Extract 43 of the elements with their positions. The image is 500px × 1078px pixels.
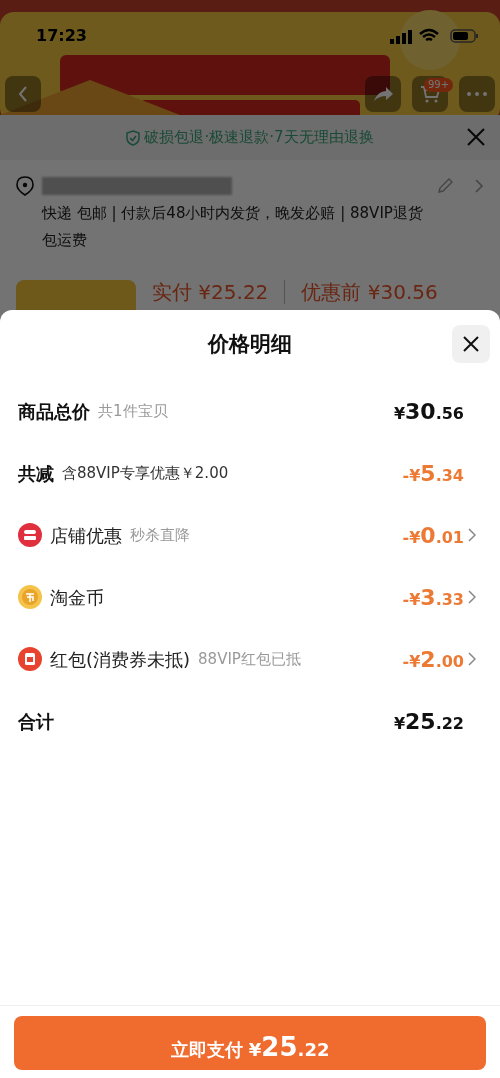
wifi-icon <box>419 28 439 44</box>
amount-text: ¥25.22 <box>393 707 464 736</box>
amount-text: -¥2.00 <box>402 645 464 674</box>
row-label: 合计 <box>18 709 54 734</box>
chevron-icon[interactable] <box>468 652 476 666</box>
row-note: 含88VIP专享优惠￥2.00 <box>62 462 229 484</box>
amount-text: -¥5.34 <box>402 459 464 488</box>
shield-icon <box>126 129 141 146</box>
chevron-icon[interactable] <box>468 528 476 542</box>
amount-text: -¥3.33 <box>402 583 464 612</box>
amount-text: -¥0.01 <box>402 521 464 550</box>
close-icon <box>466 127 486 147</box>
chevron-icon[interactable] <box>468 590 476 604</box>
shop-icon <box>18 523 42 547</box>
row-label: 店铺优惠 <box>50 523 122 548</box>
row-note: 共1件宝贝 <box>98 400 168 422</box>
row-label: 商品总价 <box>18 399 90 424</box>
battery-icon <box>450 29 480 43</box>
pay-button[interactable]: 立即支付 ¥25.22 <box>14 1016 486 1070</box>
coin-icon <box>18 585 42 609</box>
signal-icon <box>390 30 412 44</box>
row-note: 秒杀直降 <box>130 524 190 546</box>
more-icon <box>467 92 487 96</box>
original-price-text: 优惠前 ¥30.56 <box>301 280 438 304</box>
status-time: 17:23 <box>36 25 87 47</box>
location-icon <box>16 176 34 196</box>
close-icon <box>463 336 479 352</box>
chevron-icon <box>474 178 484 194</box>
delivery-info: 快递 包邮 | 付款后48小时内发货，晚发必赔 | 88VIP退货包运费 <box>42 203 424 251</box>
edit-icon[interactable] <box>436 177 454 195</box>
back-icon <box>18 85 28 103</box>
row-note: 88VIP红包已抵 <box>198 648 301 670</box>
close-button[interactable] <box>452 325 490 363</box>
paid-text: 实付 ¥25.22 <box>152 280 286 304</box>
guarantee-text: 破损包退·极速退款·7天无理由退换 <box>144 127 374 149</box>
envelope-icon <box>18 647 42 671</box>
sheet-title: 价格明细 <box>208 331 292 359</box>
row-label: 红包(消费券未抵) <box>50 647 191 672</box>
row-label: 共减 <box>18 461 54 486</box>
share-icon <box>372 85 394 103</box>
amount-text: ¥30.56 <box>393 397 464 426</box>
row-label: 淘金币 <box>50 585 104 610</box>
cart-badge: 99+ <box>424 78 454 92</box>
